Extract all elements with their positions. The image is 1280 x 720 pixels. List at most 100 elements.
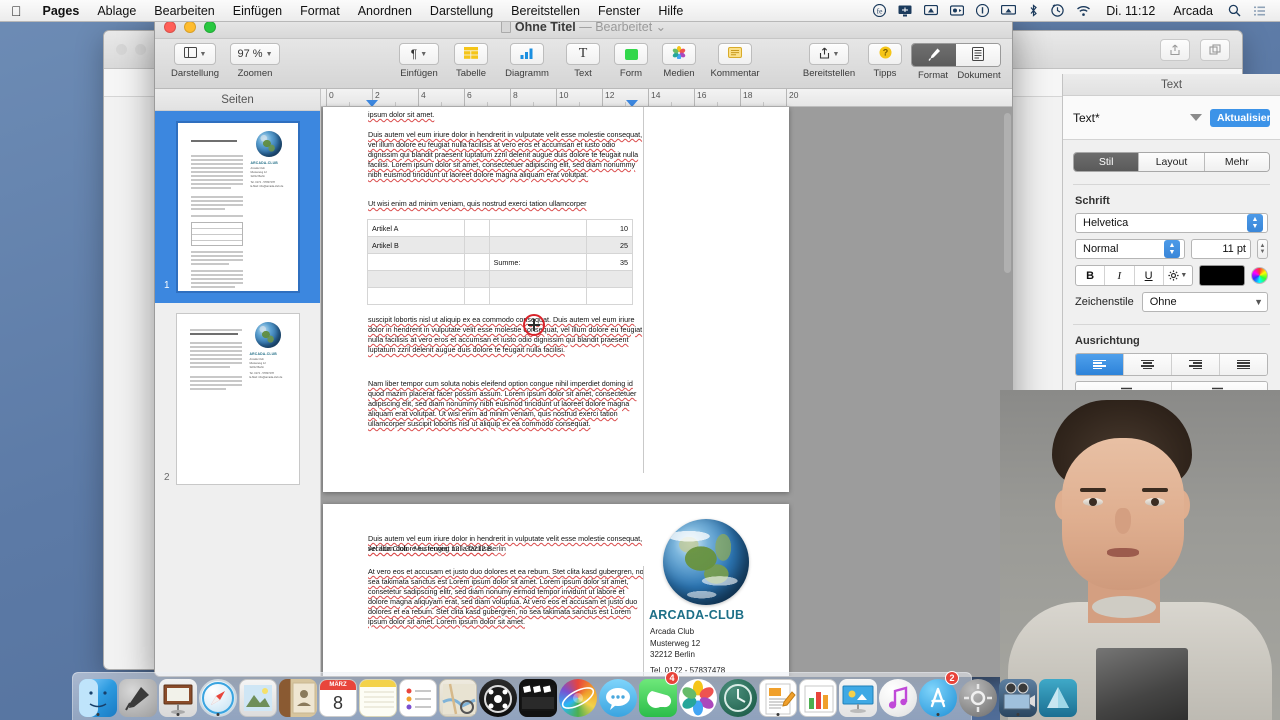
- character-styles-row[interactable]: Zeichenstile Ohne ▼: [1075, 292, 1268, 312]
- system-preferences-icon[interactable]: [959, 679, 997, 717]
- page1-paragraph-2[interactable]: Ut wisi enim ad minim veniam, quis nostr…: [368, 199, 645, 209]
- launchpad-icon[interactable]: [119, 679, 157, 717]
- table-cell[interactable]: [488, 236, 587, 254]
- document-page-2[interactable]: Duis autem vel eum iriure dolor in hendr…: [323, 504, 789, 676]
- photos-icon[interactable]: [679, 679, 717, 717]
- font-weight-size-row[interactable]: Normal ▲ ▼ 11 pt ▲ ▼: [1075, 239, 1268, 259]
- dock-item-podcasts[interactable]: [479, 673, 517, 717]
- page-thumbnail-1[interactable]: 1 ARCADA-CLUB Arcada Club Musterweg 12 322…: [155, 111, 320, 303]
- minimize-button[interactable]: [184, 20, 196, 33]
- menu-item-hilfe[interactable]: Hilfe: [649, 4, 692, 18]
- notification-center-icon[interactable]: [1247, 5, 1272, 17]
- page2-paragraph-2[interactable]: At vero eos et accusam et justo duo dolo…: [368, 567, 645, 627]
- dock-item-calendar[interactable]: MÄRZ 8: [319, 673, 357, 717]
- table-row[interactable]: [366, 287, 634, 305]
- tab-mehr[interactable]: Mehr: [1204, 153, 1269, 171]
- table-cell[interactable]: 25: [585, 236, 634, 254]
- table-cell[interactable]: 10: [585, 219, 634, 237]
- maps-icon[interactable]: [439, 679, 477, 717]
- menu-bar-clock[interactable]: Di. 11:12: [1097, 4, 1164, 18]
- menu-item-fenster[interactable]: Fenster: [589, 4, 649, 18]
- page2-overlay-address-line[interactable]: Arcada Club · Musterweg 12 · 32212 Berli…: [368, 544, 645, 554]
- page-thumbnail-list[interactable]: 1 ARCADA-CLUB Arcada Club Musterweg 12 322…: [155, 111, 320, 676]
- menu-item-ablage[interactable]: Ablage: [88, 4, 145, 18]
- toolbar-table-button[interactable]: Tabelle: [447, 43, 495, 79]
- table-cell[interactable]: Artikel B: [366, 236, 466, 254]
- tab-layout[interactable]: Layout: [1139, 153, 1205, 171]
- background-window-toolbar-buttons[interactable]: [1160, 38, 1230, 61]
- menu-item-pages[interactable]: Pages: [34, 4, 89, 18]
- horizontal-alignment-buttons[interactable]: [1075, 353, 1268, 376]
- imovie-icon[interactable]: [999, 679, 1037, 717]
- screen-record-icon[interactable]: [944, 4, 970, 17]
- vertical-scrollbar[interactable]: [1004, 113, 1011, 273]
- menu-bar[interactable]:  Pages Ablage Bearbeiten Einfügen Forma…: [0, 0, 1280, 22]
- table-row[interactable]: Summe: 35: [366, 253, 634, 271]
- time-machine-menu-icon[interactable]: [1045, 4, 1070, 17]
- menu-item-bearbeiten[interactable]: Bearbeiten: [145, 4, 223, 18]
- table-cell[interactable]: [464, 253, 490, 271]
- table-cell[interactable]: [366, 253, 466, 271]
- page-thumbnail-2[interactable]: 2 ARCADA-CLUB Arcada Club Musterweg 12 322…: [155, 303, 320, 495]
- dock-item-itunes[interactable]: [879, 673, 917, 717]
- character-styles-select[interactable]: Ohne ▼: [1141, 292, 1268, 312]
- dock-item-time-machine[interactable]: [719, 673, 757, 717]
- dock-item-motion[interactable]: [559, 673, 597, 717]
- menu-bar-status-area[interactable]: fe Di. 11:12 Arcada: [867, 4, 1280, 18]
- dock-item-photos[interactable]: [679, 673, 717, 717]
- info-icon[interactable]: [970, 4, 995, 17]
- dock-item-finder[interactable]: [79, 673, 117, 717]
- menu-item-darstellung[interactable]: Darstellung: [421, 4, 502, 18]
- toolbar-comment-button[interactable]: Kommentar: [703, 43, 767, 79]
- stepper-icon[interactable]: ▲▼: [1164, 240, 1180, 258]
- align-left-icon[interactable]: [1076, 354, 1124, 375]
- horizontal-ruler[interactable]: 0 2 4 6 8 10 12 14 16 18 20: [321, 89, 1012, 107]
- airplay-video-icon[interactable]: [995, 4, 1022, 17]
- table-cell[interactable]: [464, 270, 490, 288]
- menu-item-einfuegen[interactable]: Einfügen: [224, 4, 291, 18]
- toolbar-chart-button[interactable]: Diagramm: [495, 43, 559, 79]
- align-center-icon[interactable]: [1124, 354, 1172, 375]
- photos-preview-icon[interactable]: [239, 679, 277, 717]
- toolbar-shape-button[interactable]: Form: [607, 43, 655, 79]
- toolbar-document-button[interactable]: [956, 44, 1000, 66]
- dock-item-contacts[interactable]: [279, 673, 317, 717]
- toolbar-text-button[interactable]: T Text: [559, 43, 607, 79]
- page1-paragraph-top[interactable]: ipsum dolor sit amet.: [368, 110, 643, 120]
- stepper-icon[interactable]: ▲▼: [1247, 214, 1263, 232]
- app-toolbar[interactable]: ▼ Darstellung 97 % ▼ Zoomen ¶ ▼ Einfügen: [155, 39, 1012, 89]
- dock-item-facetime[interactable]: 4: [639, 671, 679, 717]
- tab-stil[interactable]: Stil: [1074, 153, 1140, 171]
- calendar-icon[interactable]: MÄRZ 8: [319, 679, 357, 717]
- font-size-field[interactable]: 11 pt: [1191, 239, 1251, 259]
- share-icon[interactable]: [1160, 38, 1190, 61]
- table-cell[interactable]: [464, 236, 490, 254]
- airplay-icon[interactable]: [918, 4, 944, 17]
- table-cell-total[interactable]: 35: [585, 253, 634, 271]
- document-page-1[interactable]: ipsum dolor sit amet. Duis autem vel eum…: [323, 107, 789, 492]
- contacts-icon[interactable]: [279, 679, 317, 717]
- dock-item-numbers[interactable]: [799, 673, 837, 717]
- dock-item-keynote-stand[interactable]: [159, 673, 197, 717]
- menu-item-format[interactable]: Format: [291, 4, 349, 18]
- left-indent-marker[interactable]: [366, 100, 378, 106]
- document-canvas[interactable]: 0 2 4 6 8 10 12 14 16 18 20 ipsum dolor …: [321, 89, 1012, 676]
- dock-item-reminders[interactable]: [399, 673, 437, 717]
- reminders-icon[interactable]: [399, 679, 437, 717]
- font-weight-select[interactable]: Normal ▲ ▼: [1075, 239, 1185, 259]
- align-justify-icon[interactable]: [1220, 354, 1267, 375]
- dock-item-affinity-designer[interactable]: [1039, 673, 1077, 717]
- font-format-buttons[interactable]: B I U ▼: [1075, 265, 1193, 286]
- zoom-button[interactable]: [204, 20, 216, 33]
- font-family-select[interactable]: Helvetica ▲ ▼: [1075, 213, 1268, 233]
- document-scroll-area[interactable]: ipsum dolor sit amet. Duis autem vel eum…: [321, 107, 1012, 676]
- table-cell[interactable]: [488, 270, 587, 288]
- toolbar-share-button[interactable]: ▼ Bereitstellen: [797, 43, 861, 79]
- triangle-down-icon[interactable]: [1190, 114, 1202, 121]
- time-machine-icon[interactable]: [719, 679, 757, 717]
- flickr-icon[interactable]: fe: [867, 4, 892, 17]
- apple-logo-icon[interactable]: : [0, 4, 34, 18]
- document-table[interactable]: Artikel A 10 Artikel B 25 Summe: 35: [366, 219, 634, 305]
- page1-paragraph-3[interactable]: suscipit lobortis nisl ut aliquip ex ea …: [368, 315, 645, 355]
- gear-icon[interactable]: ▼: [1164, 266, 1192, 285]
